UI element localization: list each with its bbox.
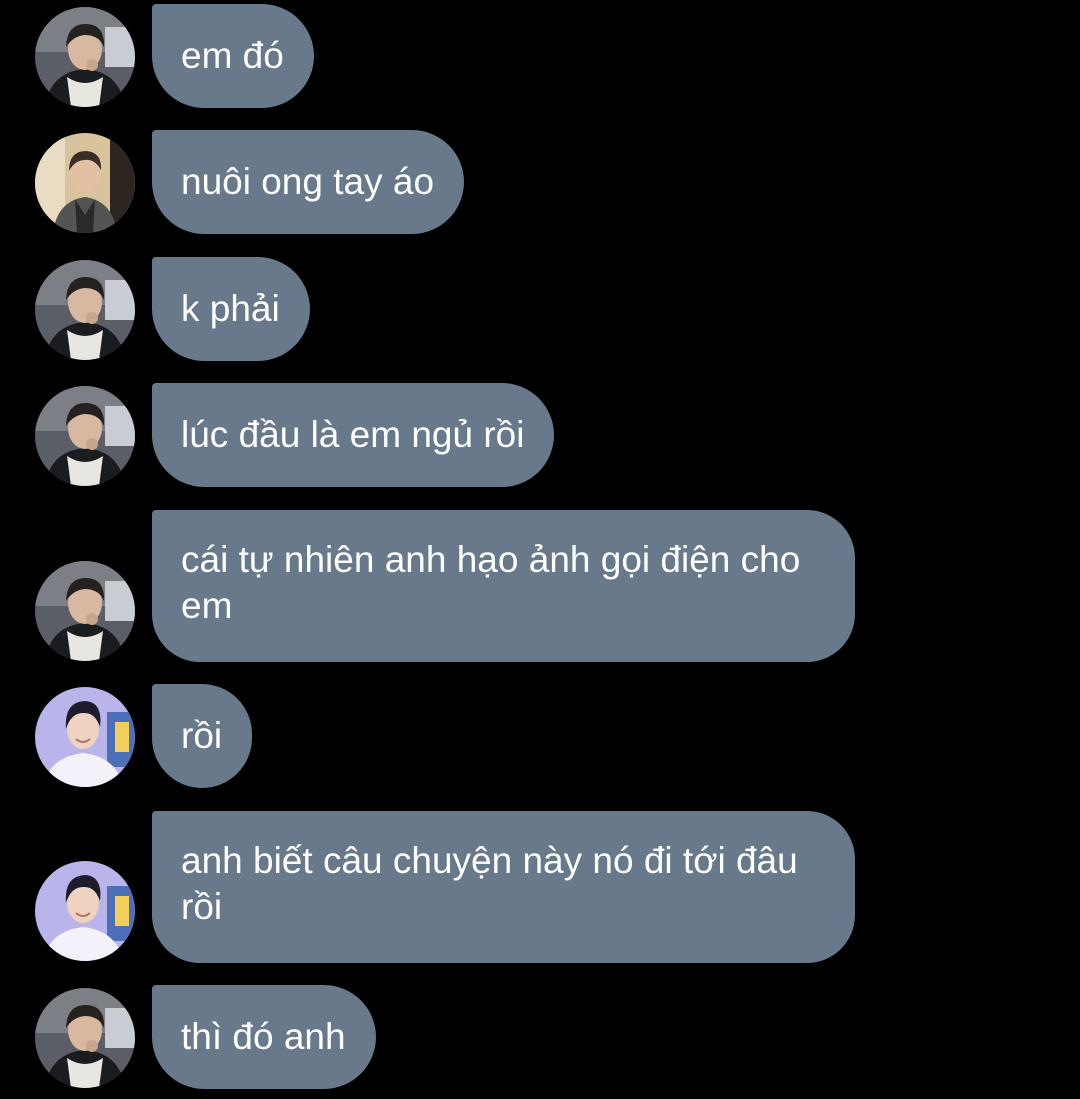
message-bubble[interactable]: anh biết câu chuyện này nó đi tới đâu rồ…: [152, 811, 855, 963]
message-text: rồi: [181, 715, 223, 756]
message-bubble[interactable]: thì đó anh: [152, 985, 376, 1089]
message-bubble[interactable]: em đó: [152, 4, 314, 108]
chat-thread: em đó nuôi ong tay áo k phải lúc đầu là …: [0, 0, 1080, 1099]
avatar-smiling-blue-icon[interactable]: [35, 687, 135, 787]
avatar-dark-jacket-icon[interactable]: [35, 7, 135, 107]
message-text: k phải: [181, 288, 280, 329]
avatar-dark-jacket-icon[interactable]: [35, 561, 135, 661]
message-bubble[interactable]: rồi: [152, 684, 253, 788]
avatar-gray-jacket-icon[interactable]: [35, 133, 135, 233]
avatar-dark-jacket-icon[interactable]: [35, 386, 135, 486]
message-text: lúc đầu là em ngủ rồi: [181, 414, 525, 455]
message-text: nuôi ong tay áo: [181, 161, 435, 202]
message-bubble[interactable]: lúc đầu là em ngủ rồi: [152, 383, 555, 487]
avatar-smiling-blue-icon[interactable]: [35, 861, 135, 961]
message-text: cái tự nhiên anh hạo ảnh gọi điện cho em: [181, 539, 801, 626]
avatar-dark-jacket-icon[interactable]: [35, 988, 135, 1088]
message-bubble[interactable]: cái tự nhiên anh hạo ảnh gọi điện cho em: [152, 510, 855, 662]
message-text: thì đó anh: [181, 1016, 346, 1057]
message-text: em đó: [181, 35, 284, 76]
avatar-dark-jacket-icon[interactable]: [35, 260, 135, 360]
message-bubble[interactable]: nuôi ong tay áo: [152, 130, 465, 234]
message-bubble[interactable]: k phải: [152, 257, 310, 361]
message-text: anh biết câu chuyện này nó đi tới đâu rồ…: [181, 840, 798, 927]
